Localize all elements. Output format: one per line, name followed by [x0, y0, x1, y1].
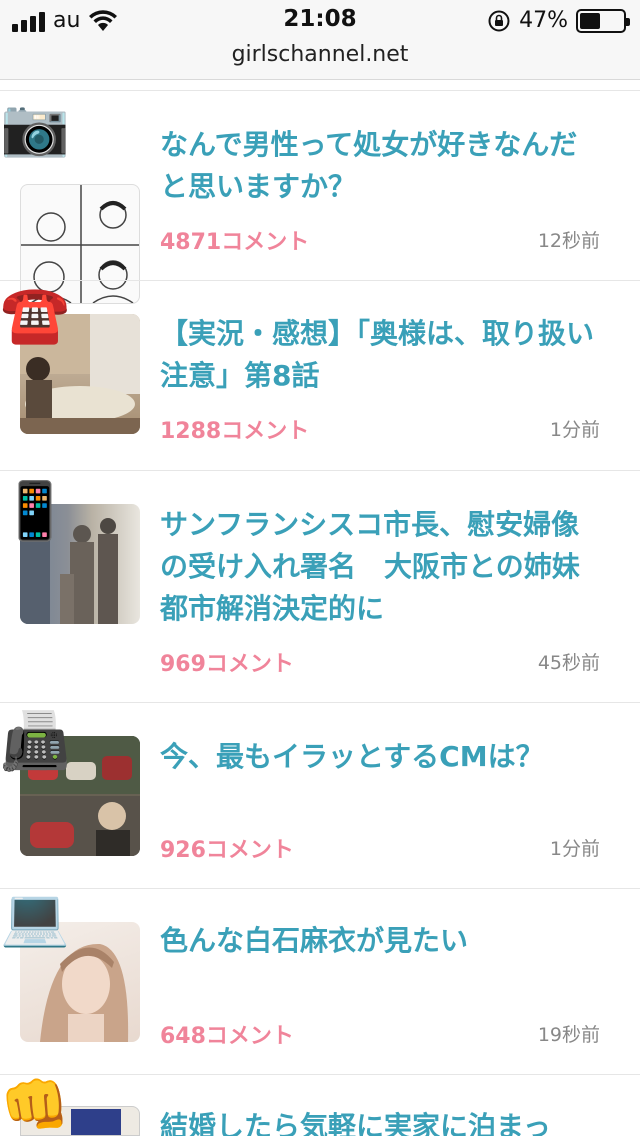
topic-time: 45秒前	[537, 652, 600, 674]
mobile-phone-icon: 📱	[0, 479, 70, 544]
topic-title[interactable]: 今、最もイラッとするCMは？	[160, 736, 600, 778]
battery-percent: 47%	[519, 8, 568, 33]
topic-title[interactable]: サンフランシスコ市長、慰安婦像の受け入れ署名 大阪市との姉妹都市解消決定的に	[160, 504, 600, 630]
divider	[0, 702, 640, 703]
url-bar[interactable]: girlschannel.net	[0, 42, 640, 67]
telephone-icon: ☎️	[0, 282, 70, 347]
fax-machine-icon: 📠	[0, 709, 70, 774]
divider	[0, 470, 640, 471]
fist-icon: 👊	[0, 1073, 70, 1136]
battery-icon	[576, 8, 630, 33]
topic-title[interactable]: 結婚したら気軽に実家に泊まっ	[160, 1106, 600, 1136]
comment-count: 4871コメント	[160, 230, 310, 255]
battery-fill	[580, 12, 600, 29]
laptop-icon: 💻	[0, 885, 70, 950]
comment-count: 969コメント	[160, 652, 294, 677]
camera-icon: 📷	[0, 95, 70, 160]
topic-time: 1分前	[549, 838, 600, 860]
topic-time: 1分前	[549, 419, 600, 441]
topic-title[interactable]: なんで男性って処女が好きなんだと思いますか？	[160, 124, 600, 208]
topic-title[interactable]: 【実況・感想】「奥様は、取り扱い注意」第8話	[160, 313, 600, 397]
divider	[0, 280, 640, 281]
status-bar: au 21:08 47% girlschannel.net	[0, 0, 640, 80]
comment-count: 648コメント	[160, 1024, 294, 1049]
topic-title[interactable]: 色んな白石麻衣が見たい	[160, 920, 600, 962]
comment-count: 1288コメント	[160, 419, 310, 444]
divider	[0, 888, 640, 889]
topic-time: 19秒前	[537, 1024, 600, 1046]
status-right: 47%	[487, 8, 630, 33]
divider	[0, 90, 640, 91]
comment-count: 926コメント	[160, 838, 294, 863]
rotation-lock-icon	[488, 10, 510, 31]
divider	[0, 1074, 640, 1075]
topic-time: 12秒前	[537, 230, 600, 252]
